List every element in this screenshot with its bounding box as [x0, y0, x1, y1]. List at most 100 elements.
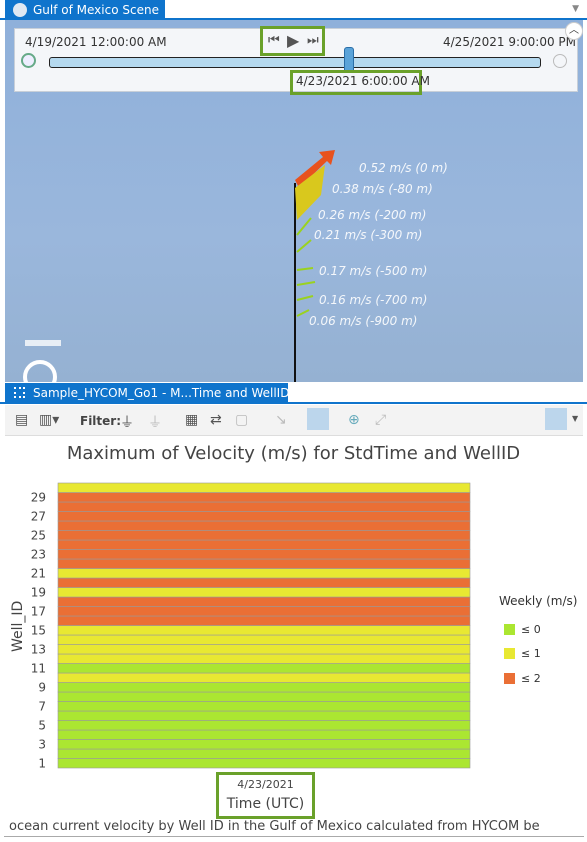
- play-button[interactable]: ▶: [287, 31, 299, 50]
- current-time: 4/23/2021 6:00:00 AM: [296, 74, 430, 88]
- heatmap-cell-well-24[interactable]: [57, 539, 471, 550]
- legend-swatch: [504, 648, 515, 659]
- heatmap-cell-well-6[interactable]: [57, 710, 471, 721]
- heatmap-cell-well-26[interactable]: [57, 520, 471, 531]
- heatmap-cell-well-5[interactable]: [57, 720, 471, 731]
- collapse-icon[interactable]: ︿: [565, 22, 583, 40]
- heatmap-cell-well-18[interactable]: [57, 596, 471, 607]
- heatmap-cell-well-23[interactable]: [57, 549, 471, 560]
- filter-extent-icon[interactable]: ⏚: [120, 412, 134, 432]
- y-tick-label: 1: [38, 756, 46, 770]
- close-icon[interactable]: ✕: [167, 3, 177, 17]
- heatmap-cell-well-25[interactable]: [57, 530, 471, 541]
- x-axis-label: Time (UTC): [226, 796, 305, 812]
- full-extent-icon[interactable]: ⤢: [375, 412, 386, 428]
- y-tick-label: 23: [31, 547, 46, 561]
- velocity-label: 0.21 m/s (-300 m): [314, 228, 423, 242]
- legend-swatch: [504, 673, 515, 684]
- velocity-label: 0.26 m/s (-200 m): [318, 208, 427, 222]
- time-slider-track[interactable]: [49, 57, 541, 68]
- y-tick-label: 17: [31, 604, 46, 618]
- y-tick-label: 5: [38, 718, 46, 732]
- divider: [4, 836, 584, 837]
- chevron-down-icon[interactable]: ▼: [572, 414, 578, 423]
- scene-tab-bar: Gulf of Mexico Scene ✕ ▼: [0, 0, 587, 20]
- y-tick-label: 27: [31, 509, 46, 523]
- zoom-in-icon[interactable]: ⊕: [348, 412, 360, 428]
- filter-label: Filter:: [80, 414, 122, 428]
- chart-type-icon[interactable]: ▥▾: [39, 412, 59, 428]
- navigator-controls[interactable]: [25, 340, 61, 346]
- table-icon[interactable]: ▦: [185, 412, 198, 428]
- heatmap-cell-well-9[interactable]: [57, 682, 471, 693]
- legend-label: ≤ 1: [521, 647, 541, 660]
- globe-icon: [13, 3, 27, 17]
- previous-button[interactable]: ⏮: [268, 33, 280, 48]
- y-tick-label: 15: [31, 623, 46, 637]
- heatmap-cell-well-14[interactable]: [57, 634, 471, 645]
- chart-grid-icon: [14, 387, 25, 398]
- heatmap-cell-well-29[interactable]: [57, 492, 471, 503]
- heatmap-cell-well-4[interactable]: [57, 729, 471, 740]
- heatmap-cell-well-16[interactable]: [57, 615, 471, 626]
- heatmap-cell-well-12[interactable]: [57, 653, 471, 664]
- tab-label: Sample_HYCOM_Go1 - M...Time and WellID: [33, 386, 290, 400]
- heatmap: 1357911131517192123252729: [31, 482, 471, 770]
- y-tick-label: 29: [31, 490, 46, 504]
- filter-selection-icon[interactable]: ⏚: [148, 412, 162, 432]
- heatmap-cell-well-22[interactable]: [57, 558, 471, 569]
- time-end: 4/25/2021 9:00:00 PM: [443, 35, 577, 49]
- y-tick-label: 13: [31, 642, 46, 656]
- heatmap-cell-well-3[interactable]: [57, 739, 471, 750]
- select-tool-icon[interactable]: [307, 408, 329, 430]
- heatmap-cell-well-2[interactable]: [57, 748, 471, 759]
- clear-selection-icon[interactable]: ▢: [235, 412, 248, 428]
- heatmap-cell-well-21[interactable]: [57, 568, 471, 579]
- heatmap-cell-well-28[interactable]: [57, 501, 471, 512]
- y-tick-label: 19: [31, 585, 46, 599]
- heatmap-cell-well-17[interactable]: [57, 606, 471, 617]
- heatmap-cell-well-13[interactable]: [57, 644, 471, 655]
- tab-chart[interactable]: Sample_HYCOM_Go1 - M...Time and WellID ✕: [5, 383, 308, 403]
- clock-icon[interactable]: [21, 53, 36, 68]
- y-tick-label: 9: [38, 680, 46, 694]
- heatmap-cell-well-20[interactable]: [57, 577, 471, 588]
- chart-tab-bar: Sample_HYCOM_Go1 - M...Time and WellID ✕: [0, 383, 587, 404]
- velocity-label: 0.16 m/s (-700 m): [319, 293, 428, 307]
- time-start: 4/19/2021 12:00:00 AM: [25, 35, 167, 49]
- chart-description: ocean current velocity by Well ID in the…: [9, 819, 540, 834]
- y-axis-label: Well_ID: [10, 600, 26, 652]
- y-tick-label: 3: [38, 737, 46, 751]
- chevron-down-icon[interactable]: ▼: [572, 4, 579, 14]
- heatmap-cell-well-8[interactable]: [57, 691, 471, 702]
- switch-selection-icon[interactable]: ⇄: [210, 412, 222, 428]
- velocity-label: 0.06 m/s (-900 m): [309, 314, 418, 328]
- legend-toggle-icon[interactable]: [545, 408, 567, 430]
- y-tick-label: 25: [31, 528, 46, 542]
- velocity-label: 0.17 m/s (-500 m): [319, 264, 428, 278]
- legend-swatch: [504, 624, 515, 635]
- next-button[interactable]: ⏭: [307, 33, 319, 48]
- time-extent-icon[interactable]: [553, 54, 567, 68]
- heatmap-cell-well-11[interactable]: [57, 663, 471, 674]
- close-icon[interactable]: ✕: [297, 386, 307, 400]
- export-icon[interactable]: ↘: [275, 412, 287, 428]
- legend-label: ≤ 0: [521, 623, 541, 636]
- x-tick-label: 4/23/2021: [237, 778, 294, 791]
- heatmap-cell-well-7[interactable]: [57, 701, 471, 712]
- heatmap-cell-well-1[interactable]: [57, 758, 471, 769]
- heatmap-cell-well-10[interactable]: [57, 672, 471, 683]
- legend-title: Weekly (m/s): [499, 594, 578, 608]
- velocity-label: 0.52 m/s (0 m): [359, 161, 448, 175]
- chart-title: Maximum of Velocity (m/s) for StdTime an…: [66, 443, 521, 464]
- heatmap-cell-well-30[interactable]: [57, 482, 471, 493]
- heatmap-cell-well-19[interactable]: [57, 587, 471, 598]
- tab-gulf-of-mexico-scene[interactable]: Gulf of Mexico Scene ✕: [5, 0, 177, 20]
- heatmap-cell-well-15[interactable]: [57, 625, 471, 636]
- tab-label: Gulf of Mexico Scene: [33, 3, 159, 17]
- heatmap-cell-well-27[interactable]: [57, 511, 471, 522]
- properties-icon[interactable]: ▤: [15, 412, 28, 428]
- y-tick-label: 11: [31, 661, 46, 675]
- y-tick-label: 7: [38, 699, 46, 713]
- y-tick-label: 21: [31, 566, 46, 580]
